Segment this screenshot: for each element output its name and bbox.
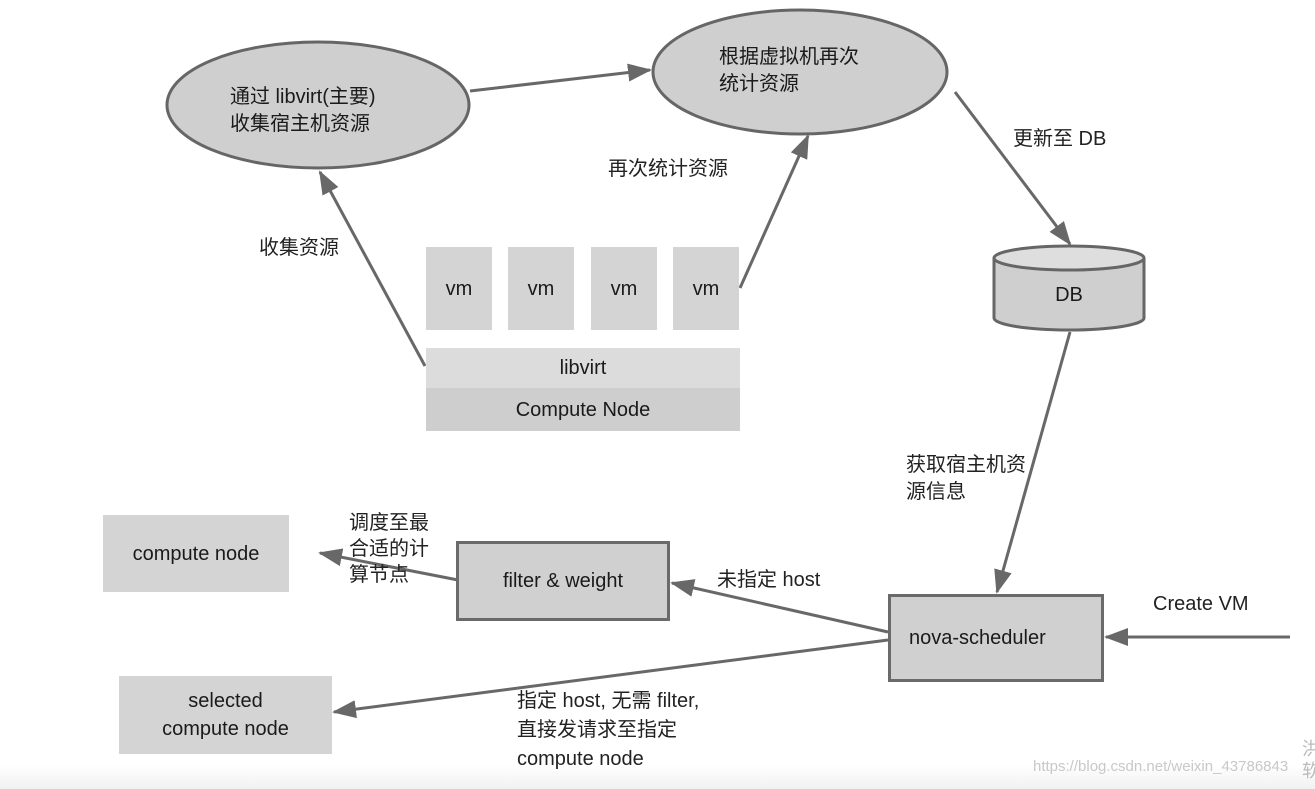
compute-node-target-label: compute node	[132, 542, 260, 565]
vm-box: vm	[591, 247, 657, 330]
label-host-specified-line3: compute node	[517, 748, 644, 770]
selected-node-line2: compute node	[162, 718, 289, 740]
selected-compute-node-box: selected compute node	[119, 676, 332, 754]
vm-label: vm	[610, 277, 638, 300]
vm-label: vm	[692, 277, 720, 300]
arrow-vm-to-recount	[738, 134, 810, 289]
vm-box: vm	[508, 247, 574, 330]
compute-node-label: Compute Node	[515, 398, 651, 421]
selected-node-line1: selected	[188, 690, 263, 712]
filter-weight-box: filter & weight	[456, 541, 670, 621]
filter-weight-label: filter & weight	[502, 570, 624, 592]
label-create-vm: Create VM	[1153, 593, 1249, 615]
label-schedule-best-line2: 合适的计	[349, 538, 429, 560]
collect-ellipse-line1: 通过 libvirt(主要)	[230, 86, 376, 108]
label-host-specified: 指定 host, 无需 filter, 直接发请求至指定 compute nod…	[517, 687, 699, 774]
arrow-recount-to-db	[953, 91, 1072, 246]
recount-ellipse-text: 根据虚拟机再次 统计资源	[719, 44, 859, 98]
label-fetch-host-info: 获取宿主机资 源信息	[906, 452, 1026, 506]
watermark-url: https://blog.csdn.net/weixin_43786843	[1033, 758, 1289, 775]
label-fetch-host-info-line2: 源信息	[906, 481, 966, 503]
recount-ellipse-line1: 根据虚拟机再次	[719, 46, 859, 68]
libvirt-layer: libvirt	[426, 348, 740, 388]
arrow-libvirt-to-collect	[318, 170, 427, 367]
libvirt-label: libvirt	[559, 357, 607, 379]
db-label-wrap: DB	[994, 276, 1144, 314]
label-host-specified-line2: 直接发请求至指定	[517, 719, 677, 741]
vm-box: vm	[426, 247, 492, 330]
compute-node-layer: Compute Node	[426, 388, 740, 431]
compute-node-target-box: compute node	[103, 515, 289, 592]
label-schedule-best-line3: 算节点	[349, 564, 409, 586]
label-schedule-best-line1: 调度至最	[349, 512, 429, 534]
label-recount-resources: 再次统计资源	[608, 158, 728, 180]
collect-ellipse-line2: 收集宿主机资源	[230, 113, 370, 135]
label-host-specified-line1: 指定 host, 无需 filter,	[517, 690, 700, 712]
recount-ellipse-line2: 统计资源	[719, 73, 799, 95]
db-label: DB	[1055, 284, 1083, 306]
arrow-ellipse-to-recount	[469, 63, 652, 93]
label-update-db: 更新至 DB	[1013, 128, 1107, 150]
nova-scheduler-label: nova-scheduler	[909, 627, 1046, 649]
vm-box: vm	[673, 247, 739, 330]
label-fetch-host-info-line1: 获取宿主机资	[906, 454, 1026, 476]
vm-label: vm	[527, 277, 555, 300]
label-collect-resources: 收集资源	[259, 237, 339, 259]
collect-ellipse-text: 通过 libvirt(主要) 收集宿主机资源	[230, 84, 376, 138]
label-schedule-best: 调度至最 合适的计 算节点	[349, 510, 429, 588]
watermark-side-glyphs: 洪 软	[1302, 739, 1315, 781]
vm-label: vm	[445, 277, 473, 300]
label-no-host-specified: 未指定 host	[717, 569, 821, 591]
nova-scheduler-box: nova-scheduler	[888, 594, 1104, 682]
